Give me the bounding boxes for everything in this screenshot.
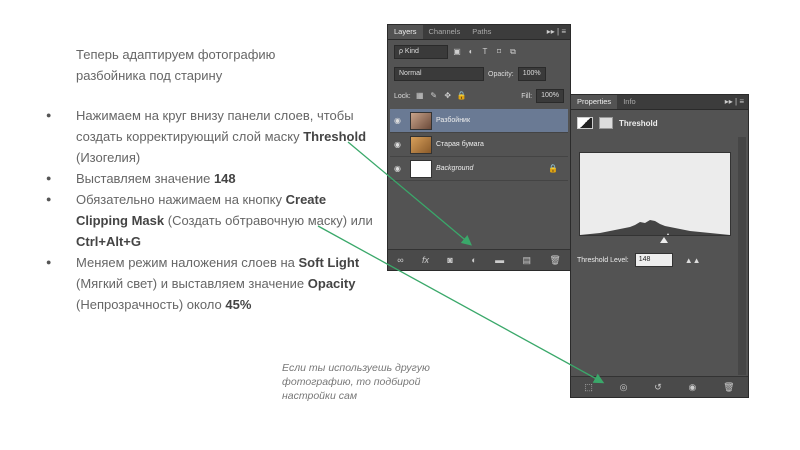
list-item: Выставляем значение 148 (46, 168, 376, 189)
threshold-level-row: Threshold Level: 148 ▲▲ (577, 253, 701, 267)
clip-mask-icon[interactable]: ⬚ (584, 382, 593, 393)
threshold-level-input[interactable]: 148 (634, 253, 673, 267)
layer-thumbnail (410, 111, 432, 130)
panel-menu-button[interactable]: ▸▸ | ≡ (721, 95, 748, 109)
shape-filter-icon[interactable]: ⌑ (494, 47, 504, 57)
note-text: Если ты используешь другую фотографию, т… (282, 362, 430, 402)
layers-tabbar: Layers Channels Paths ▸▸ | ≡ (388, 25, 570, 40)
layer-row-razboynik[interactable]: ◉ Разбойник (390, 109, 568, 133)
lock-position-icon[interactable]: ✥ (443, 91, 453, 101)
kind-filter-select[interactable]: ρ Kind (394, 45, 448, 59)
tab-info[interactable]: Info (617, 95, 642, 109)
threshold-histogram[interactable] (579, 152, 731, 241)
lock-image-icon[interactable]: ✎ (429, 91, 439, 101)
steps-list: Нажимаем на круг внизу панели слоев, что… (46, 105, 376, 315)
mask-icon[interactable]: ◙ (447, 255, 452, 265)
layer-thumbnail (410, 135, 432, 154)
reset-icon[interactable]: ↺ (654, 382, 662, 393)
opacity-input[interactable]: 100% (517, 67, 546, 81)
lock-row: Lock: ▦ ✎ ✥ 🔒 Fill: 100% (394, 89, 564, 103)
panel-menu-button[interactable]: ▸▸ | ≡ (543, 25, 570, 39)
adjustment-circle-icon[interactable]: ◐ (471, 255, 476, 265)
smart-filter-icon[interactable]: ⧉ (508, 47, 518, 57)
lock-all-icon[interactable]: 🔒 (457, 91, 467, 101)
eye-previous-icon[interactable]: ◎ (620, 382, 628, 393)
layer-list: ◉ Разбойник ◉ Старая бумага ◉ Background… (390, 109, 568, 181)
layer-row-background[interactable]: ◉ Background 🔒 (390, 157, 568, 181)
layers-panel: Layers Channels Paths ▸▸ | ≡ ρ Kind ▣ ◐ … (387, 24, 571, 271)
visibility-eye-icon[interactable]: ◉ (394, 116, 406, 125)
list-item: Меняем режим наложения слоев на Soft Lig… (46, 252, 376, 315)
tab-layers[interactable]: Layers (388, 25, 423, 39)
trash-icon[interactable]: 🗑 (723, 382, 734, 393)
intro-text: Теперь адаптируем фотографию разбойника … (76, 47, 276, 83)
visibility-eye-icon[interactable]: ◉ (394, 164, 406, 173)
scrollbar[interactable] (738, 137, 746, 375)
tab-properties[interactable]: Properties (571, 95, 618, 109)
tab-paths[interactable]: Paths (466, 25, 497, 39)
threshold-slider-handle[interactable] (660, 237, 668, 243)
tab-channels[interactable]: Channels (423, 25, 467, 39)
list-item: Обязательно нажимаем на кнопку Create Cl… (46, 189, 376, 252)
visibility-icon[interactable]: ◉ (689, 382, 697, 393)
opacity-label: Opacity: (488, 70, 514, 78)
layers-bottom-bar: ∞ fx ◙ ◐ ▬ ▤ 🗑 (388, 249, 570, 270)
layer-name: Background (436, 165, 474, 172)
type-filter-icon[interactable]: T (480, 47, 490, 57)
trash-icon[interactable]: 🗑 (549, 255, 560, 266)
threshold-level-label: Threshold Level: (577, 256, 629, 264)
lock-icon: 🔒 (548, 164, 558, 173)
new-layer-icon[interactable]: ▤ (522, 255, 531, 266)
fill-input[interactable]: 100% (536, 89, 564, 103)
adjustment-filter-icon[interactable]: ◐ (466, 47, 476, 57)
folder-icon[interactable]: ▬ (495, 255, 504, 265)
fill-label: Fill: (521, 92, 533, 100)
layer-row-paper[interactable]: ◉ Старая бумага (390, 133, 568, 157)
properties-title: Threshold (619, 118, 658, 128)
layer-thumbnail (410, 159, 432, 178)
mask-icon[interactable] (599, 117, 613, 129)
list-item: Нажимаем на круг внизу панели слоев, что… (46, 105, 376, 168)
fx-icon[interactable]: fx (422, 255, 429, 265)
histogram-graph (580, 220, 730, 241)
properties-header: Threshold (577, 117, 658, 129)
properties-panel: Properties Info ▸▸ | ≡ Threshold Thresho… (570, 94, 749, 398)
layer-name: Старая бумага (436, 141, 484, 148)
properties-bottom-bar: ⬚ ◎ ↺ ◉ 🗑 (571, 376, 748, 397)
blend-row: Normal Opacity: 100% (394, 67, 564, 81)
visibility-eye-icon[interactable]: ◉ (394, 140, 406, 149)
auto-level-icon[interactable]: ▲▲ (685, 256, 701, 265)
layer-name: Разбойник (436, 117, 471, 124)
lock-label: Lock: (394, 92, 411, 100)
link-icon[interactable]: ∞ (397, 255, 403, 265)
properties-tabbar: Properties Info ▸▸ | ≡ (571, 95, 748, 110)
pixel-filter-icon[interactable]: ▣ (452, 47, 462, 57)
lock-transparent-icon[interactable]: ▦ (415, 91, 425, 101)
adjustment-icon (577, 117, 593, 129)
filter-row: ρ Kind ▣ ◐ T ⌑ ⧉ (394, 45, 564, 59)
blend-mode-select[interactable]: Normal (394, 67, 484, 81)
